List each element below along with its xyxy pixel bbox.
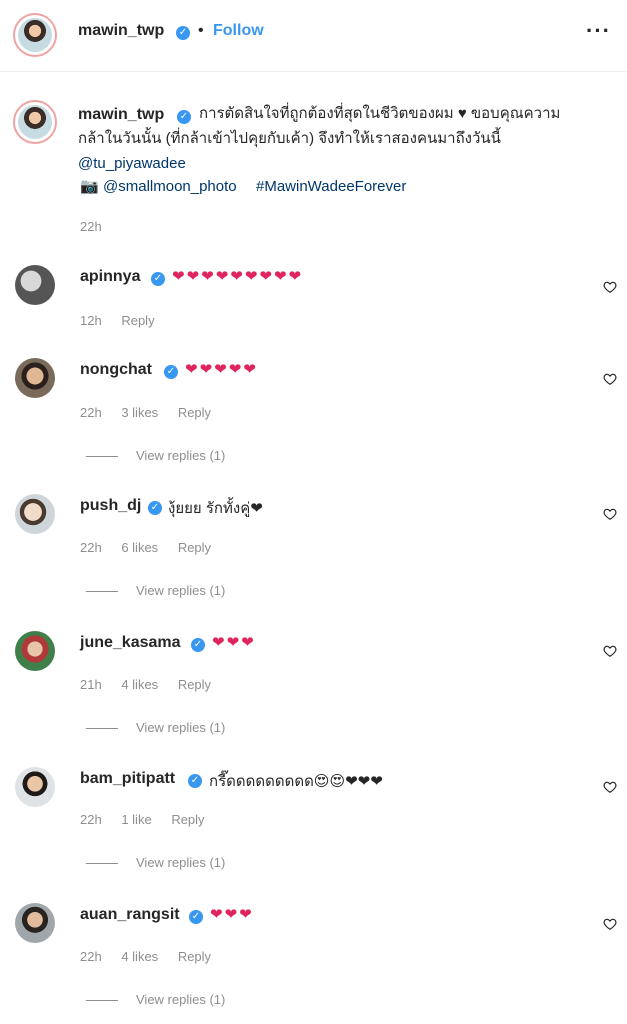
post-header: mawin_twp ✓ • Follow ··· [0,0,627,72]
comment-text: ❤❤❤ [212,634,256,651]
heart-outline-icon[interactable] [603,280,617,294]
reply-button[interactable]: Reply [178,540,211,555]
comment-likes[interactable]: 4 likes [121,677,158,692]
commenter-username[interactable]: june_kasama [80,634,181,652]
follow-button[interactable]: Follow [213,22,264,40]
caption-line-2: กล้าในวันนั้น (ที่กล้าเข้าไปคุยกับเค้า) … [78,130,501,147]
comment-text: ❤❤❤ [210,906,254,923]
heart-outline-icon[interactable] [603,507,617,521]
view-replies-label: View replies (1) [136,992,226,1007]
commenter-avatar[interactable] [15,265,55,305]
comment-meta: 22h 4 likes Reply [80,949,227,964]
commenter-username[interactable]: push_dj [80,497,141,515]
verified-badge-icon: ✓ [176,26,190,40]
view-replies-label: View replies (1) [136,583,226,598]
comment-text: ❤❤❤❤❤❤❤❤❤ [172,268,304,285]
verified-badge-icon: ✓ [177,110,191,124]
heart-outline-icon[interactable] [603,644,617,658]
verified-badge-icon: ✓ [148,501,162,515]
author-username[interactable]: mawin_twp [78,22,164,40]
view-replies-label: View replies (1) [136,448,226,463]
view-replies-button[interactable]: View replies (1) [86,992,225,1007]
reply-button[interactable]: Reply [121,313,154,328]
comment-likes[interactable]: 4 likes [121,949,158,964]
view-replies-button[interactable]: View replies (1) [86,855,225,870]
comment-meta: 22h 3 likes Reply [80,405,227,420]
view-replies-label: View replies (1) [136,855,226,870]
view-replies-button[interactable]: View replies (1) [86,720,225,735]
comment-text: ❤❤❤❤❤ [185,361,258,378]
commenter-avatar[interactable] [15,358,55,398]
verified-badge-icon: ✓ [188,774,202,788]
comment-time: 21h [80,677,102,692]
comment-time: 22h [80,812,102,827]
comment-meta: 21h 4 likes Reply [80,677,227,692]
commenter-username[interactable]: apinnya [80,268,140,286]
comment-time: 22h [80,540,102,555]
verified-badge-icon: ✓ [191,638,205,652]
comment-likes[interactable]: 6 likes [121,540,158,555]
commenter-avatar[interactable] [15,767,55,807]
comment-likes[interactable]: 3 likes [121,405,158,420]
verified-badge-icon: ✓ [164,365,178,379]
caption-mention-link[interactable]: @tu_piyawadee [78,152,186,176]
comment-text: งุ้ยยย รักทั้งคู่❤ [168,500,263,517]
reply-button[interactable]: Reply [178,405,211,420]
hashtag-link[interactable]: #MawinWadeeForever [256,175,406,199]
view-replies-button[interactable]: View replies (1) [86,583,225,598]
verified-badge-icon: ✓ [189,910,203,924]
comment-time: 22h [80,405,102,420]
reply-button[interactable]: Reply [178,677,211,692]
camera-emoji: 📷 [80,178,99,195]
commenter-avatar[interactable] [15,494,55,534]
caption-author-avatar[interactable] [13,100,57,144]
comment-time: 12h [80,313,102,328]
separator-dot: • [198,22,204,39]
reply-button[interactable]: Reply [178,949,211,964]
view-replies-button[interactable]: View replies (1) [86,448,225,463]
more-options-icon[interactable]: ··· [586,18,611,44]
commenter-avatar[interactable] [15,631,55,671]
caption-time: 22h [80,219,102,234]
comment-meta: 12h Reply [80,313,171,328]
commenter-avatar[interactable] [15,903,55,943]
comment-text: กรี๊ดดดดดดดดด😍😍❤❤❤ [209,773,383,790]
comment-likes[interactable]: 1 like [121,812,151,827]
verified-badge-icon: ✓ [151,272,165,286]
commenter-username[interactable]: auan_rangsit [80,906,180,924]
comment-time: 22h [80,949,102,964]
commenter-username[interactable]: nongchat [80,361,152,379]
reply-button[interactable]: Reply [171,812,204,827]
heart-outline-icon[interactable] [603,372,617,386]
comment-meta: 22h 1 like Reply [80,812,221,827]
caption-username[interactable]: mawin_twp [78,106,164,124]
photo-credit-link[interactable]: @smallmoon_photo [103,175,237,199]
author-avatar[interactable] [13,13,57,57]
heart-outline-icon[interactable] [603,917,617,931]
view-replies-label: View replies (1) [136,720,226,735]
caption-line-1: การตัดสินใจที่ถูกต้องที่สุดในชีวิตของผม … [199,105,561,122]
commenter-username[interactable]: bam_pitipatt [80,770,175,788]
comment-meta: 22h 6 likes Reply [80,540,227,555]
heart-outline-icon[interactable] [603,780,617,794]
